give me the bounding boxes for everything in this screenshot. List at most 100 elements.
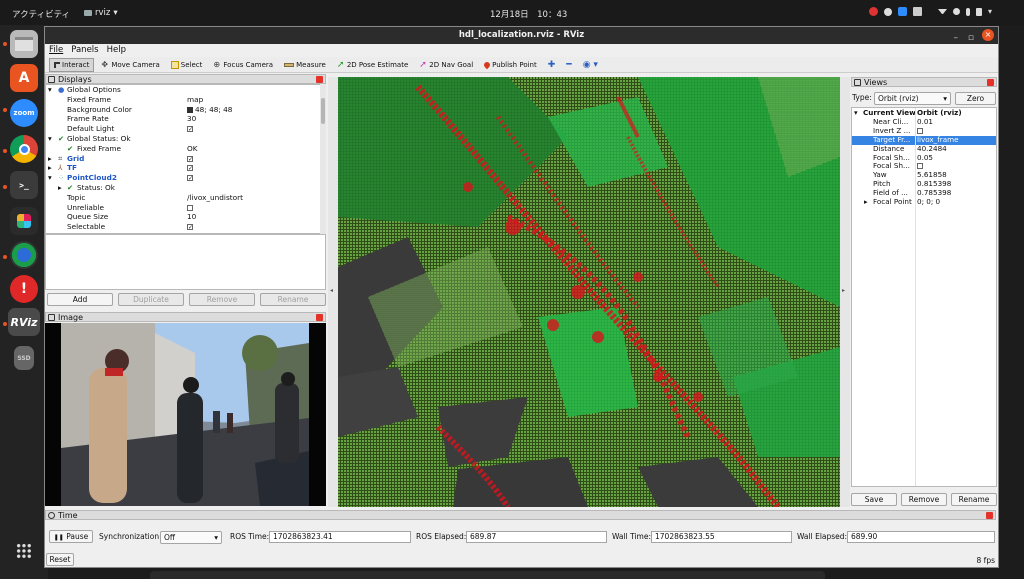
- row-value[interactable]: map: [187, 95, 203, 105]
- app-menu[interactable]: rviz ▾: [84, 8, 118, 18]
- add-display-button[interactable]: Add: [47, 293, 113, 306]
- tree-row-status-fixed-frame[interactable]: ✔ Fixed Frame OK: [46, 144, 321, 154]
- row-value[interactable]: 0; 0; 0: [917, 197, 940, 207]
- expand-arrow-icon[interactable]: ▸: [48, 154, 52, 164]
- pause-button[interactable]: ❚❚ Pause: [49, 530, 93, 543]
- menu-file[interactable]: File: [49, 44, 63, 57]
- focus-camera-tool-button[interactable]: ⊕ Focus Camera: [209, 58, 277, 72]
- show-apps-icon[interactable]: [10, 537, 38, 565]
- dropbox-icon[interactable]: [912, 7, 922, 16]
- tree-row-queue-size[interactable]: Queue Size 10: [46, 212, 321, 222]
- slack-tray-icon[interactable]: [883, 7, 892, 16]
- tree-row-near-clip[interactable]: Near Cli... 0.01: [852, 117, 996, 127]
- grid-enabled-checkbox[interactable]: ✓: [187, 154, 193, 164]
- unreliable-checkbox[interactable]: [187, 203, 193, 213]
- rename-display-button[interactable]: Rename: [260, 293, 326, 306]
- row-value[interactable]: 30: [187, 114, 196, 124]
- tree-row-global-status[interactable]: ▾ ✔ Global Status: Ok: [46, 134, 321, 144]
- zero-button[interactable]: Zero: [955, 92, 996, 105]
- wall-time-field[interactable]: 1702863823.55: [651, 531, 792, 543]
- expand-arrow-icon[interactable]: ▸: [48, 163, 52, 173]
- activities-button[interactable]: アクティビティ: [12, 8, 70, 20]
- browser-icon[interactable]: [10, 241, 38, 269]
- remove-display-button[interactable]: Remove: [189, 293, 255, 306]
- wifi-icon[interactable]: [937, 9, 947, 14]
- views-close-icon[interactable]: [987, 79, 994, 86]
- tree-row-fixed-frame[interactable]: Fixed Frame map: [46, 95, 321, 105]
- reset-button[interactable]: Reset: [46, 553, 74, 566]
- clock[interactable]: 12月18日 10：43: [490, 8, 567, 20]
- collapse-right-icon[interactable]: ▸: [842, 287, 845, 294]
- tree-row-pc-status[interactable]: ▸ ✔ Status: Ok: [46, 183, 321, 193]
- select-tool-button[interactable]: Select: [167, 58, 207, 72]
- battery-icon[interactable]: [975, 7, 982, 16]
- time-close-icon[interactable]: [986, 512, 993, 519]
- tree-row-selectable[interactable]: Selectable ✓: [46, 222, 321, 232]
- ssd-icon[interactable]: SSD: [14, 346, 34, 370]
- app-center-icon[interactable]: A: [10, 64, 38, 92]
- selectable-checkbox[interactable]: ✓: [187, 222, 193, 232]
- duplicate-display-button[interactable]: Duplicate: [118, 293, 184, 306]
- displays-scrollbar[interactable]: [320, 84, 326, 234]
- chrome-icon[interactable]: [10, 135, 38, 163]
- menu-panels[interactable]: Panels: [71, 44, 98, 57]
- row-value[interactable]: 10: [187, 212, 196, 222]
- camera-type-button[interactable]: ◉ ▾: [579, 58, 602, 72]
- default-light-checkbox[interactable]: ✓: [187, 124, 193, 134]
- move-camera-tool-button[interactable]: ✥ Move Camera: [97, 58, 163, 72]
- pointcloud-render[interactable]: [338, 77, 840, 507]
- wall-elapsed-field[interactable]: 689.90: [847, 531, 995, 543]
- tree-row-focal-point[interactable]: ▸ Focal Point 0; 0; 0: [852, 197, 996, 207]
- tree-row-frame-rate[interactable]: Frame Rate 30: [46, 114, 321, 124]
- menu-help[interactable]: Help: [107, 44, 126, 57]
- tree-row-focal-shape-size[interactable]: Focal Sh... 0.05: [852, 153, 996, 163]
- remove-view-button[interactable]: Remove: [901, 493, 947, 506]
- left-splitter[interactable]: ◂: [328, 77, 338, 507]
- pose-estimate-tool-button[interactable]: ➚ 2D Pose Estimate: [333, 58, 412, 72]
- row-value[interactable]: 0.05: [917, 153, 933, 163]
- tree-row-default-light[interactable]: Default Light ✓: [46, 124, 321, 134]
- expand-arrow-icon[interactable]: ▾: [48, 134, 52, 144]
- volume-icon[interactable]: [952, 8, 960, 15]
- tree-row-unreliable[interactable]: Unreliable: [46, 203, 321, 213]
- measure-tool-button[interactable]: Measure: [280, 58, 330, 72]
- expand-arrow-icon[interactable]: ▾: [48, 173, 52, 183]
- microphone-icon[interactable]: [965, 7, 970, 16]
- expand-arrow-icon[interactable]: ▸: [864, 198, 868, 207]
- row-value[interactable]: 48; 48; 48: [187, 105, 232, 115]
- rename-view-button[interactable]: Rename: [951, 493, 997, 506]
- row-value[interactable]: /livox_undistort: [187, 193, 243, 203]
- zoom-icon[interactable]: zoom: [10, 99, 38, 127]
- record-icon[interactable]: [868, 7, 878, 16]
- system-menu-chevron-icon[interactable]: ▾: [988, 7, 992, 16]
- software-update-icon[interactable]: !: [10, 275, 38, 303]
- rviz-icon[interactable]: RViz: [8, 308, 40, 336]
- ros-elapsed-field[interactable]: 689.87: [466, 531, 607, 543]
- tree-row-background-color[interactable]: Background Color 48; 48; 48: [46, 105, 321, 115]
- sync-select[interactable]: Off ▾: [160, 531, 222, 544]
- remove-tool-button[interactable]: ━: [562, 58, 575, 72]
- row-value[interactable]: 0.01: [917, 117, 933, 127]
- scrollbar-thumb[interactable]: [321, 98, 325, 124]
- close-icon[interactable]: ×: [982, 29, 994, 41]
- right-splitter[interactable]: ▸: [840, 77, 850, 507]
- zoom-tray-icon[interactable]: [897, 7, 907, 16]
- interact-tool-button[interactable]: Interact: [49, 57, 95, 72]
- pointcloud-enabled-checkbox[interactable]: ✓: [187, 173, 193, 183]
- tree-row-tf[interactable]: ▸ ⅄ TF ✓: [46, 163, 321, 173]
- nav-goal-tool-button[interactable]: ➚ 2D Nav Goal: [415, 58, 477, 72]
- tf-enabled-checkbox[interactable]: ✓: [187, 163, 193, 173]
- ros-time-field[interactable]: 1702863823.41: [269, 531, 411, 543]
- expand-arrow-icon[interactable]: ▸: [58, 183, 62, 193]
- tree-row-pointcloud2[interactable]: ▾ ⁘ PointCloud2 ✓: [46, 173, 321, 183]
- terminal-icon[interactable]: >_: [10, 171, 38, 199]
- displays-close-icon[interactable]: [316, 76, 323, 83]
- 3d-render-viewport[interactable]: [338, 77, 840, 507]
- view-type-select[interactable]: Orbit (rviz) ▾: [874, 92, 951, 105]
- tree-row-global-options[interactable]: ▾ ● Global Options: [46, 85, 321, 95]
- save-view-button[interactable]: Save: [851, 493, 897, 506]
- image-close-icon[interactable]: [316, 314, 323, 321]
- slack-icon[interactable]: [10, 207, 38, 235]
- tree-row-grid[interactable]: ▸ ⌗ Grid ✓: [46, 154, 321, 164]
- expand-arrow-icon[interactable]: ▾: [48, 85, 52, 95]
